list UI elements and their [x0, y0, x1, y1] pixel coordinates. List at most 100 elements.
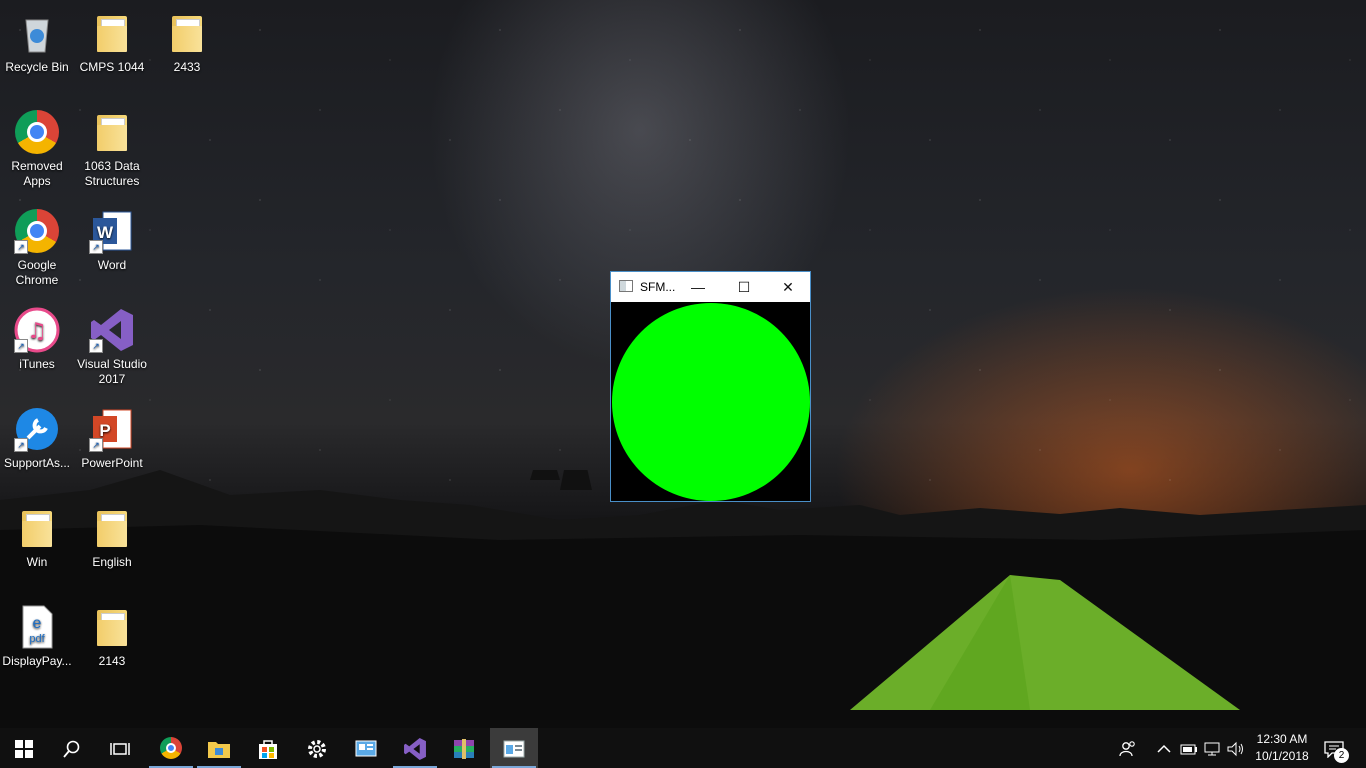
desktop-icon-label: 1063 Data Structures	[84, 159, 140, 188]
desktop-icon-label: SupportAs...	[3, 456, 71, 470]
recycle-bin-icon	[14, 10, 60, 56]
window-title: SFM...	[640, 280, 676, 294]
taskbar-app-chrome[interactable]	[147, 728, 195, 768]
clock-time: 12:30 AM	[1256, 732, 1308, 746]
battery-tray-button[interactable]	[1180, 728, 1198, 768]
volume-tray-button[interactable]	[1227, 728, 1245, 768]
desktop-icon-word[interactable]: W ↗ Word	[75, 202, 149, 273]
taskbar-app-sfml[interactable]	[490, 728, 538, 768]
shortcut-arrow-icon: ↗	[14, 438, 28, 452]
folder-icon	[89, 604, 135, 650]
speaker-icon	[1227, 741, 1243, 756]
powerpoint-icon: P ↗	[89, 406, 135, 452]
desktop-icon-label: Removed Apps	[11, 159, 63, 188]
svg-text:pdf: pdf	[29, 633, 45, 645]
visual-studio-icon	[404, 738, 426, 761]
desktop-icon-itunes[interactable]: ♫ ↗ iTunes	[0, 301, 74, 372]
desktop-icon-label: CMPS 1044	[79, 60, 145, 74]
desktop-icon-label: Recycle Bin	[5, 60, 69, 74]
desktop-icon-english[interactable]: English	[75, 499, 149, 570]
battery-icon	[1180, 744, 1197, 755]
chrome-icon: ↗	[14, 208, 60, 254]
desktop-icon-label: Word	[97, 258, 127, 272]
desktop-icon-cmps-1044[interactable]: CMPS 1044	[75, 4, 149, 75]
desktop-icon-2433[interactable]: 2433	[150, 4, 224, 75]
app-window-icon	[503, 740, 525, 758]
taskbar-app-file-explorer[interactable]	[195, 728, 243, 768]
green-circle-shape	[612, 303, 810, 501]
folder-icon	[89, 505, 135, 551]
taskbar-app-settings[interactable]	[293, 728, 341, 768]
task-view-icon	[110, 743, 130, 756]
desktop-icon-1063-data-structures[interactable]: 1063 Data Structures	[75, 103, 149, 189]
folder-icon	[89, 109, 135, 155]
sfml-window[interactable]: SFM... — ☐ ✕	[610, 271, 811, 502]
folder-icon	[164, 10, 210, 56]
desktop-icon-removed-apps[interactable]: Removed Apps	[0, 103, 74, 189]
desktop-icon-label: Win	[26, 555, 48, 569]
svg-text:e: e	[33, 615, 42, 632]
folder-icon	[89, 10, 135, 56]
start-button[interactable]	[0, 728, 48, 768]
windows-logo-icon	[15, 740, 33, 759]
desktop-icon-powerpoint[interactable]: P ↗ PowerPoint	[75, 400, 149, 471]
desktop-icon-label: Visual Studio 2017	[77, 357, 147, 386]
shortcut-arrow-icon: ↗	[14, 339, 28, 353]
desktop-icon-2143[interactable]: 2143	[75, 598, 149, 669]
desktop-icon-label: English	[92, 555, 132, 569]
clock-date: 10/1/2018	[1255, 749, 1309, 763]
winrar-icon	[454, 739, 474, 760]
notification-count-badge: 2	[1334, 748, 1349, 763]
desktop-icon-label: Google Chrome	[15, 258, 59, 287]
task-view-button[interactable]	[96, 728, 144, 768]
taskbar: 12:30 AM 10/1/2018 2	[0, 728, 1366, 768]
chrome-icon	[160, 737, 182, 759]
desktop-icon-visual-studio-2017[interactable]: ↗ Visual Studio 2017	[75, 301, 149, 387]
shortcut-arrow-icon: ↗	[14, 240, 28, 254]
desktop-icon-label: 2433	[173, 60, 201, 74]
app-window-icon	[619, 280, 633, 292]
people-icon	[1119, 740, 1135, 756]
desktop-icon-label: iTunes	[19, 357, 55, 371]
store-icon	[259, 740, 277, 760]
control-panel-icon	[355, 740, 377, 757]
taskbar-app-winrar[interactable]	[440, 728, 488, 768]
people-button[interactable]	[1118, 728, 1138, 768]
taskbar-clock[interactable]: 12:30 AM 10/1/2018	[1250, 731, 1314, 765]
desktop-icon-label: DisplayPay...	[2, 654, 72, 668]
visual-studio-icon: ↗	[89, 307, 135, 353]
chrome-icon	[14, 109, 60, 155]
folder-icon	[14, 505, 60, 551]
desktop-icon-google-chrome[interactable]: ↗ Google Chrome	[0, 202, 74, 288]
desktop-icon-displaypay[interactable]: e pdf DisplayPay...	[0, 598, 74, 669]
shortcut-arrow-icon: ↗	[89, 240, 103, 254]
network-tray-button[interactable]	[1204, 728, 1222, 768]
network-icon	[1204, 742, 1220, 756]
render-canvas[interactable]	[611, 302, 810, 501]
word-icon: W ↗	[89, 208, 135, 254]
gear-icon	[308, 740, 326, 759]
chevron-up-icon	[1157, 744, 1171, 753]
desktop-icon-label: 2143	[98, 654, 126, 668]
desktop-icon-supportassist[interactable]: ↗ SupportAs...	[0, 400, 74, 471]
desktop-icon-label: PowerPoint	[81, 456, 143, 470]
pdf-icon: e pdf	[14, 604, 60, 650]
desktop-icon-win[interactable]: Win	[0, 499, 74, 570]
folder-icon	[208, 742, 230, 759]
svg-text:♫: ♫	[27, 319, 47, 344]
minimize-button[interactable]: —	[675, 272, 721, 302]
support-assist-icon: ↗	[14, 406, 60, 452]
maximize-button[interactable]: ☐	[721, 272, 767, 302]
shortcut-arrow-icon: ↗	[89, 339, 103, 353]
search-icon	[63, 740, 80, 758]
taskbar-app-store[interactable]	[244, 728, 292, 768]
taskbar-app-control-panel[interactable]	[342, 728, 390, 768]
wallpaper-landscape	[0, 470, 1366, 730]
window-titlebar[interactable]: SFM... — ☐ ✕	[611, 272, 810, 302]
itunes-icon: ♫ ↗	[14, 307, 60, 353]
show-hidden-icons-button[interactable]	[1157, 728, 1171, 768]
taskbar-app-visual-studio[interactable]	[391, 728, 439, 768]
close-button[interactable]: ✕	[765, 272, 811, 302]
search-button[interactable]	[48, 728, 96, 768]
desktop-icon-recycle-bin[interactable]: Recycle Bin	[0, 4, 74, 75]
